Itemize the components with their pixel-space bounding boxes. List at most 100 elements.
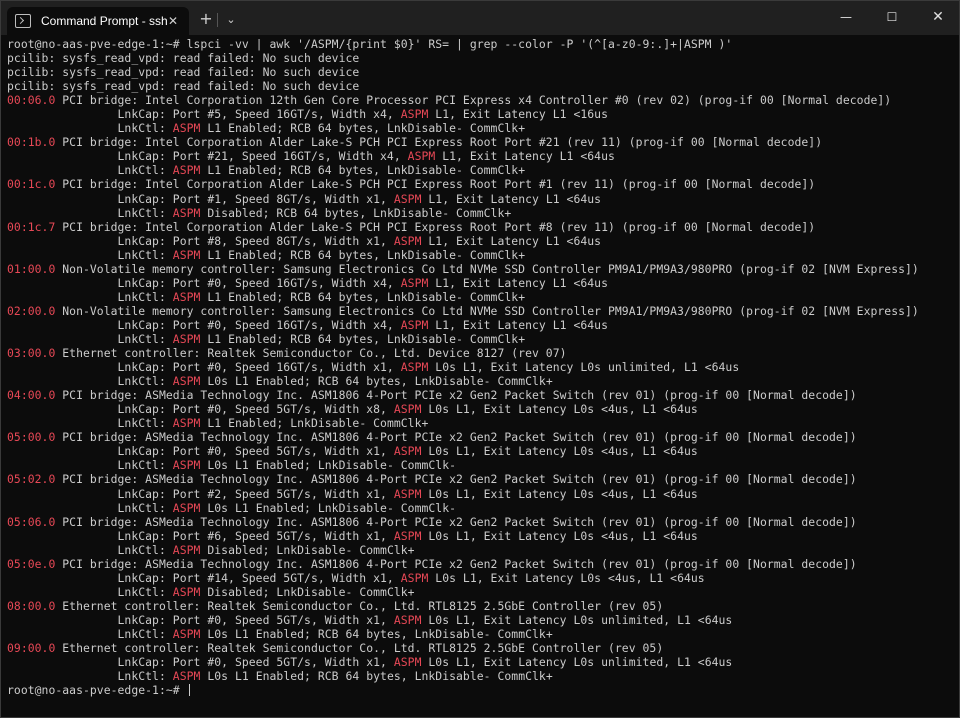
- aspm-match: ASPM: [172, 500, 201, 515]
- link-suffix: L0s L1 Enabled; LnkDisable- CommClk-: [200, 458, 457, 473]
- link-prefix: LnkCap: Port #0, Speed 5GT/s, Width x1,: [7, 612, 394, 627]
- link-suffix: L1 Enabled; RCB 64 bytes, LnkDisable- Co…: [200, 121, 526, 136]
- shell-prompt: root@no-aas-pve-edge-1:~#: [7, 683, 187, 698]
- pci-address: 01:00.0: [7, 261, 56, 276]
- line-text: pcilib: sysfs_read_vpd: read failed: No …: [7, 51, 360, 66]
- device-description: Ethernet controller: Realtek Semiconduct…: [55, 346, 567, 361]
- terminal-line: LnkCtl: ASPM Disabled; LnkDisable- CommC…: [7, 585, 955, 599]
- terminal-line: 00:1b.0 PCI bridge: Intel Corporation Al…: [7, 135, 955, 149]
- terminal-line: 02:00.0 Non-Volatile memory controller: …: [7, 304, 955, 318]
- link-suffix: L1, Exit Latency L1 <64us: [428, 317, 608, 332]
- terminal-output[interactable]: root@no-aas-pve-edge-1:~# lspci -vv | aw…: [7, 37, 955, 713]
- aspm-match: ASPM: [400, 317, 429, 332]
- terminal-line: LnkCtl: ASPM L1 Enabled; RCB 64 bytes, L…: [7, 163, 955, 177]
- aspm-match: ASPM: [393, 486, 422, 501]
- line-text: pcilib: sysfs_read_vpd: read failed: No …: [7, 65, 360, 80]
- terminal-line: 05:02.0 PCI bridge: ASMedia Technology I…: [7, 472, 955, 486]
- link-prefix: LnkCtl:: [7, 121, 173, 136]
- prompt-line[interactable]: root@no-aas-pve-edge-1:~#: [7, 683, 955, 697]
- link-prefix: LnkCtl:: [7, 458, 173, 473]
- link-suffix: L0s L1 Enabled; RCB 64 bytes, LnkDisable…: [200, 669, 553, 684]
- tab-divider: [217, 13, 218, 27]
- terminal-line: LnkCtl: ASPM L1 Enabled; RCB 64 bytes, L…: [7, 121, 955, 135]
- pci-address: 05:02.0: [7, 472, 56, 487]
- aspm-match: ASPM: [393, 612, 422, 627]
- link-prefix: LnkCap: Port #6, Speed 5GT/s, Width x1,: [7, 528, 394, 543]
- terminal-line: 05:00.0 PCI bridge: ASMedia Technology I…: [7, 430, 955, 444]
- aspm-match: ASPM: [172, 669, 201, 684]
- link-suffix: L0s L1, Exit Latency L0s unlimited, L1 <…: [428, 360, 740, 375]
- aspm-match: ASPM: [393, 402, 422, 417]
- terminal-line: 05:06.0 PCI bridge: ASMedia Technology I…: [7, 515, 955, 529]
- line-text: root@no-aas-pve-edge-1:~# lspci -vv | aw…: [7, 37, 733, 51]
- device-description: PCI bridge: ASMedia Technology Inc. ASM1…: [55, 388, 857, 403]
- tab-command-prompt[interactable]: Command Prompt - ssh root@ ✕: [7, 7, 189, 35]
- close-button[interactable]: ✕: [915, 1, 960, 33]
- terminal-line: LnkCtl: ASPM L0s L1 Enabled; LnkDisable-…: [7, 501, 955, 515]
- terminal-icon: [15, 14, 31, 28]
- terminal-line: LnkCtl: ASPM L1 Enabled; RCB 64 bytes, L…: [7, 332, 955, 346]
- link-suffix: L1, Exit Latency L1 <16us: [428, 107, 608, 122]
- link-prefix: LnkCtl:: [7, 374, 173, 389]
- pci-address: 02:00.0: [7, 303, 56, 318]
- minimize-button[interactable]: —: [823, 1, 869, 33]
- device-description: PCI bridge: ASMedia Technology Inc. ASM1…: [55, 472, 857, 487]
- link-prefix: LnkCtl:: [7, 163, 173, 178]
- terminal-line: LnkCap: Port #5, Speed 16GT/s, Width x4,…: [7, 107, 955, 121]
- aspm-match: ASPM: [400, 570, 429, 585]
- terminal-line: LnkCap: Port #6, Speed 5GT/s, Width x1, …: [7, 529, 955, 543]
- aspm-match: ASPM: [400, 275, 429, 290]
- link-suffix: L0s L1, Exit Latency L0s <4us, L1 <64us: [421, 528, 698, 543]
- title-bar[interactable]: Command Prompt - ssh root@ ✕ + ⌄ — ☐ ✕: [1, 1, 959, 35]
- terminal-line: LnkCap: Port #0, Speed 5GT/s, Width x1, …: [7, 655, 955, 669]
- terminal-line: 09:00.0 Ethernet controller: Realtek Sem…: [7, 641, 955, 655]
- terminal-line: LnkCtl: ASPM L0s L1 Enabled; RCB 64 byte…: [7, 374, 955, 388]
- link-prefix: LnkCap: Port #8, Speed 8GT/s, Width x1,: [7, 233, 394, 248]
- terminal-line: 00:06.0 PCI bridge: Intel Corporation 12…: [7, 93, 955, 107]
- terminal-line: LnkCtl: ASPM L1 Enabled; RCB 64 bytes, L…: [7, 248, 955, 262]
- link-suffix: Disabled; RCB 64 bytes, LnkDisable- Comm…: [200, 205, 512, 220]
- terminal-line: pcilib: sysfs_read_vpd: read failed: No …: [7, 51, 955, 65]
- device-description: PCI bridge: Intel Corporation 12th Gen C…: [55, 93, 892, 108]
- terminal-line: LnkCap: Port #0, Speed 5GT/s, Width x1, …: [7, 444, 955, 458]
- link-suffix: L1 Enabled; RCB 64 bytes, LnkDisable- Co…: [200, 247, 526, 262]
- device-description: Non-Volatile memory controller: Samsung …: [55, 261, 919, 276]
- maximize-button[interactable]: ☐: [869, 1, 915, 33]
- terminal-line: LnkCap: Port #1, Speed 8GT/s, Width x1, …: [7, 192, 955, 206]
- aspm-match: ASPM: [172, 163, 201, 178]
- terminal-line: LnkCtl: ASPM L1 Enabled; RCB 64 bytes, L…: [7, 290, 955, 304]
- aspm-match: ASPM: [400, 360, 429, 375]
- terminal-line: LnkCap: Port #0, Speed 16GT/s, Width x4,…: [7, 276, 955, 290]
- pci-address: 00:06.0: [7, 93, 56, 108]
- link-prefix: LnkCap: Port #2, Speed 5GT/s, Width x1,: [7, 486, 394, 501]
- pci-address: 00:1b.0: [7, 135, 56, 150]
- link-prefix: LnkCtl:: [7, 500, 173, 515]
- link-suffix: L0s L1 Enabled; LnkDisable- CommClk-: [200, 500, 457, 515]
- tab-title: Command Prompt - ssh root@: [41, 14, 171, 28]
- pci-address: 03:00.0: [7, 346, 56, 361]
- terminal-line: 03:00.0 Ethernet controller: Realtek Sem…: [7, 346, 955, 360]
- terminal-line: LnkCtl: ASPM L1 Enabled; LnkDisable- Com…: [7, 416, 955, 430]
- aspm-match: ASPM: [172, 374, 201, 389]
- pci-address: 05:06.0: [7, 514, 56, 529]
- link-prefix: LnkCap: Port #0, Speed 5GT/s, Width x1,: [7, 444, 394, 459]
- aspm-match: ASPM: [172, 121, 201, 136]
- link-prefix: LnkCtl:: [7, 331, 173, 346]
- link-suffix: L1, Exit Latency L1 <64us: [421, 233, 602, 248]
- chevron-down-icon[interactable]: ⌄: [221, 9, 241, 31]
- terminal-line: 05:0e.0 PCI bridge: ASMedia Technology I…: [7, 557, 955, 571]
- link-prefix: LnkCtl:: [7, 669, 173, 684]
- device-description: PCI bridge: ASMedia Technology Inc. ASM1…: [55, 514, 857, 529]
- link-suffix: L0s L1, Exit Latency L0s unlimited, L1 <…: [421, 612, 733, 627]
- terminal-line: LnkCtl: ASPM L0s L1 Enabled; RCB 64 byte…: [7, 669, 955, 683]
- link-suffix: Disabled; LnkDisable- CommClk+: [200, 584, 415, 599]
- pci-address: 04:00.0: [7, 388, 56, 403]
- link-suffix: L1, Exit Latency L1 <64us: [428, 275, 608, 290]
- tab-close-icon[interactable]: ✕: [165, 13, 181, 29]
- device-description: PCI bridge: Intel Corporation Alder Lake…: [55, 177, 816, 192]
- link-suffix: L0s L1, Exit Latency L0s <4us, L1 <64us: [421, 402, 698, 417]
- terminal-line: 00:1c.7 PCI bridge: Intel Corporation Al…: [7, 220, 955, 234]
- new-tab-button[interactable]: +: [195, 9, 217, 31]
- link-suffix: L0s L1 Enabled; RCB 64 bytes, LnkDisable…: [200, 374, 553, 389]
- link-suffix: L1 Enabled; RCB 64 bytes, LnkDisable- Co…: [200, 331, 526, 346]
